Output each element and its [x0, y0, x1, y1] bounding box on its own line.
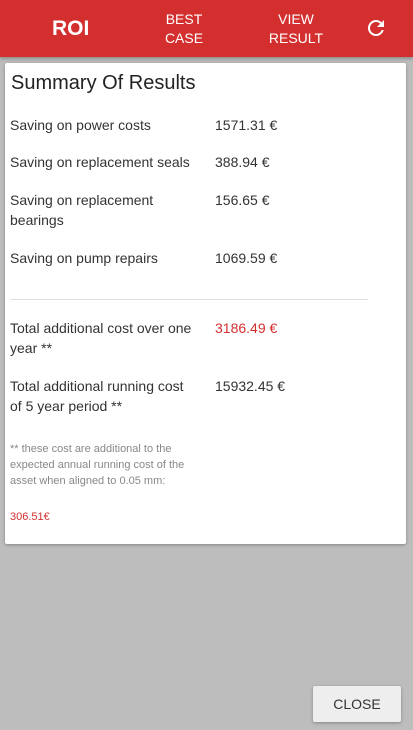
row-value-pump-repairs: 1069.59 € [215, 250, 278, 266]
row-label-replacement-bearings: Saving on replacement bearings [10, 192, 154, 228]
divider [10, 299, 368, 300]
row-label-total-one-year: Total additional cost over one year ** [10, 320, 192, 356]
refresh-icon[interactable] [364, 16, 388, 40]
row-label-replacement-seals: Saving on replacement seals [10, 154, 190, 170]
row-label-power-costs: Saving on power costs [10, 117, 151, 133]
row-value-replacement-bearings: 156.65 € [215, 192, 270, 208]
best-case-button[interactable]: BEST CASE [160, 10, 208, 48]
row-label-total-five-year: Total additional running cost of 5 year … [10, 378, 184, 414]
close-button[interactable]: CLOSE [313, 686, 401, 722]
summary-title: Summary Of Results [11, 72, 196, 94]
footnote-value: 306.51€ [10, 511, 50, 523]
app-title: ROI [52, 17, 90, 40]
summary-card: Summary Of Results Saving on power costs… [5, 63, 406, 544]
row-value-total-one-year: 3186.49 € [215, 320, 278, 336]
row-value-total-five-year: 15932.45 € [215, 378, 286, 394]
footnote: ** these cost are additional to the expe… [10, 443, 185, 487]
view-result-button[interactable]: VIEW RESULT [262, 10, 330, 48]
row-value-power-costs: 1571.31 € [215, 117, 278, 133]
top-app-bar: ROI BEST CASE VIEW RESULT [0, 0, 413, 57]
row-label-pump-repairs: Saving on pump repairs [10, 250, 158, 266]
row-value-replacement-seals: 388.94 € [215, 154, 270, 170]
